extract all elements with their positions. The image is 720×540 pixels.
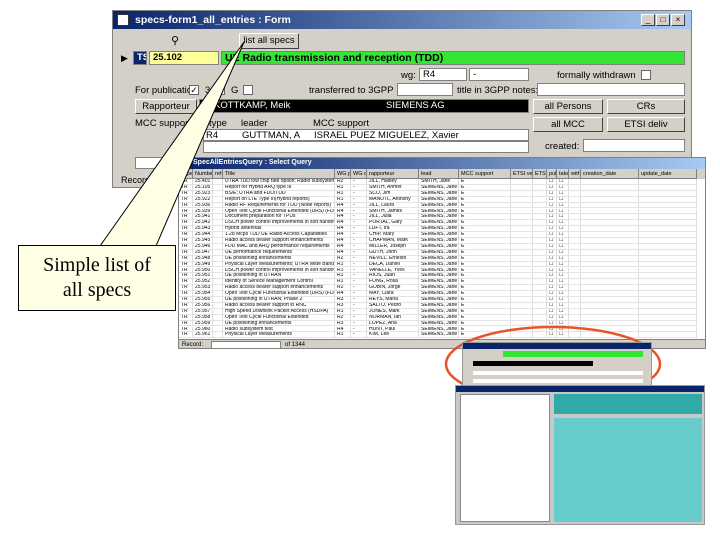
callout-line-2: all specs <box>62 279 132 301</box>
callout-box: Simple list of all specs <box>18 245 176 311</box>
query-thumbnail <box>455 385 705 525</box>
callout-line-1: Simple list of <box>43 254 151 276</box>
